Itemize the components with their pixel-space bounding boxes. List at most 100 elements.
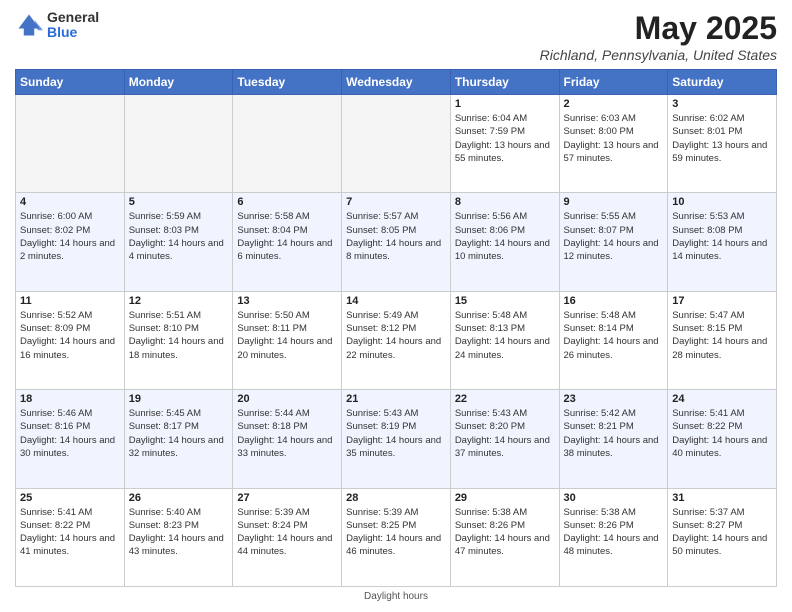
day-cell: 11 Sunrise: 5:52 AM Sunset: 8:09 PM Dayli… bbox=[16, 291, 125, 389]
day-cell bbox=[124, 95, 233, 193]
day-cell: 19Sunrise: 5:45 AM Sunset: 8:17 PM Dayli… bbox=[124, 390, 233, 488]
day-header-sunday: Sunday bbox=[16, 70, 125, 95]
day-cell: 14 Sunrise: 5:49 AM Sunset: 8:12 PM Dayli… bbox=[342, 291, 451, 389]
day-cell: 1 Sunrise: 6:04 AM Sunset: 7:59 PM Daylig… bbox=[450, 95, 559, 193]
week-row-3: 11 Sunrise: 5:52 AM Sunset: 8:09 PM Dayli… bbox=[16, 291, 777, 389]
day-cell: 24 Sunrise: 5:41 AM Sunset: 8:22 PM Dayli… bbox=[668, 390, 777, 488]
day-info: Sunrise: 5:59 AM Sunset: 8:03 PM Dayligh… bbox=[129, 210, 229, 263]
day-number: 8 bbox=[455, 196, 555, 208]
day-number: 5 bbox=[129, 196, 229, 208]
day-cell: 29 Sunrise: 5:38 AM Sunset: 8:26 PM Dayli… bbox=[450, 488, 559, 586]
day-number: 28 bbox=[346, 492, 446, 504]
footer-note: Daylight hours bbox=[15, 591, 777, 602]
day-info: Sunrise: 5:48 AM Sunset: 8:14 PM Dayligh… bbox=[564, 309, 664, 362]
day-number: 22 bbox=[455, 393, 555, 405]
day-number: 9 bbox=[564, 196, 664, 208]
day-number: 3 bbox=[672, 98, 772, 110]
day-cell bbox=[342, 95, 451, 193]
week-row-5: 25 Sunrise: 5:41 AM Sunset: 8:22 PM Dayli… bbox=[16, 488, 777, 586]
day-header-friday: Friday bbox=[559, 70, 668, 95]
day-cell: 27 Sunrise: 5:39 AM Sunset: 8:24 PM Dayli… bbox=[233, 488, 342, 586]
day-info: Sunrise: 5:43 AM Sunset: 8:19 PM Dayligh… bbox=[346, 407, 446, 460]
day-number: 16 bbox=[564, 295, 664, 307]
day-info: Sunrise: 5:39 AM Sunset: 8:24 PM Dayligh… bbox=[237, 506, 337, 559]
day-cell: 9 Sunrise: 5:55 AM Sunset: 8:07 PM Daylig… bbox=[559, 193, 668, 291]
day-info: Sunrise: 5:38 AM Sunset: 8:26 PM Dayligh… bbox=[455, 506, 555, 559]
day-cell: 21 Sunrise: 5:43 AM Sunset: 8:19 PM Dayli… bbox=[342, 390, 451, 488]
logo-blue-text: Blue bbox=[47, 25, 99, 40]
day-cell: 26Sunrise: 5:40 AM Sunset: 8:23 PM Dayli… bbox=[124, 488, 233, 586]
day-cell: 6Sunrise: 5:58 AM Sunset: 8:04 PM Daylig… bbox=[233, 193, 342, 291]
day-info: Sunrise: 6:00 AM Sunset: 8:02 PM Dayligh… bbox=[20, 210, 120, 263]
day-header-monday: Monday bbox=[124, 70, 233, 95]
day-info: Sunrise: 5:57 AM Sunset: 8:05 PM Dayligh… bbox=[346, 210, 446, 263]
day-info: Sunrise: 5:42 AM Sunset: 8:21 PM Dayligh… bbox=[564, 407, 664, 460]
day-cell: 16 Sunrise: 5:48 AM Sunset: 8:14 PM Dayli… bbox=[559, 291, 668, 389]
day-info: Sunrise: 5:56 AM Sunset: 8:06 PM Dayligh… bbox=[455, 210, 555, 263]
logo-icon bbox=[15, 11, 43, 39]
day-info: Sunrise: 5:39 AM Sunset: 8:25 PM Dayligh… bbox=[346, 506, 446, 559]
day-cell: 25 Sunrise: 5:41 AM Sunset: 8:22 PM Dayli… bbox=[16, 488, 125, 586]
day-header-tuesday: Tuesday bbox=[233, 70, 342, 95]
day-cell: 10Sunrise: 5:53 AM Sunset: 8:08 PM Dayli… bbox=[668, 193, 777, 291]
week-row-1: 1 Sunrise: 6:04 AM Sunset: 7:59 PM Daylig… bbox=[16, 95, 777, 193]
day-number: 27 bbox=[237, 492, 337, 504]
day-info: Sunrise: 6:04 AM Sunset: 7:59 PM Dayligh… bbox=[455, 112, 555, 165]
day-info: Sunrise: 5:37 AM Sunset: 8:27 PM Dayligh… bbox=[672, 506, 772, 559]
day-number: 29 bbox=[455, 492, 555, 504]
day-cell: 30 Sunrise: 5:38 AM Sunset: 8:26 PM Dayli… bbox=[559, 488, 668, 586]
day-number: 23 bbox=[564, 393, 664, 405]
logo-general-text: General bbox=[47, 10, 99, 25]
main-title: May 2025 bbox=[540, 10, 777, 47]
day-info: Sunrise: 6:02 AM Sunset: 8:01 PM Dayligh… bbox=[672, 112, 772, 165]
day-info: Sunrise: 5:41 AM Sunset: 8:22 PM Dayligh… bbox=[672, 407, 772, 460]
header-row: SundayMondayTuesdayWednesdayThursdayFrid… bbox=[16, 70, 777, 95]
day-header-saturday: Saturday bbox=[668, 70, 777, 95]
day-info: Sunrise: 5:49 AM Sunset: 8:12 PM Dayligh… bbox=[346, 309, 446, 362]
day-info: Sunrise: 5:38 AM Sunset: 8:26 PM Dayligh… bbox=[564, 506, 664, 559]
day-info: Sunrise: 5:55 AM Sunset: 8:07 PM Dayligh… bbox=[564, 210, 664, 263]
day-number: 20 bbox=[237, 393, 337, 405]
day-cell: 17Sunrise: 5:47 AM Sunset: 8:15 PM Dayli… bbox=[668, 291, 777, 389]
page: General Blue May 2025 Richland, Pennsylv… bbox=[0, 0, 792, 612]
day-info: Sunrise: 5:43 AM Sunset: 8:20 PM Dayligh… bbox=[455, 407, 555, 460]
title-block: May 2025 Richland, Pennsylvania, United … bbox=[540, 10, 777, 63]
day-number: 10 bbox=[672, 196, 772, 208]
day-cell: 13 Sunrise: 5:50 AM Sunset: 8:11 PM Dayli… bbox=[233, 291, 342, 389]
day-info: Sunrise: 5:50 AM Sunset: 8:11 PM Dayligh… bbox=[237, 309, 337, 362]
day-cell: 23 Sunrise: 5:42 AM Sunset: 8:21 PM Dayli… bbox=[559, 390, 668, 488]
day-info: Sunrise: 5:41 AM Sunset: 8:22 PM Dayligh… bbox=[20, 506, 120, 559]
day-number: 14 bbox=[346, 295, 446, 307]
day-cell: 18Sunrise: 5:46 AM Sunset: 8:16 PM Dayli… bbox=[16, 390, 125, 488]
day-cell: 8 Sunrise: 5:56 AM Sunset: 8:06 PM Daylig… bbox=[450, 193, 559, 291]
day-info: Sunrise: 5:46 AM Sunset: 8:16 PM Dayligh… bbox=[20, 407, 120, 460]
logo-text: General Blue bbox=[47, 10, 99, 41]
day-header-wednesday: Wednesday bbox=[342, 70, 451, 95]
day-number: 17 bbox=[672, 295, 772, 307]
day-number: 24 bbox=[672, 393, 772, 405]
day-number: 25 bbox=[20, 492, 120, 504]
day-cell: 20Sunrise: 5:44 AM Sunset: 8:18 PM Dayli… bbox=[233, 390, 342, 488]
day-cell: 4 Sunrise: 6:00 AM Sunset: 8:02 PM Daylig… bbox=[16, 193, 125, 291]
week-row-4: 18Sunrise: 5:46 AM Sunset: 8:16 PM Dayli… bbox=[16, 390, 777, 488]
day-cell bbox=[233, 95, 342, 193]
day-cell: 3 Sunrise: 6:02 AM Sunset: 8:01 PM Daylig… bbox=[668, 95, 777, 193]
day-number: 4 bbox=[20, 196, 120, 208]
day-info: Sunrise: 5:52 AM Sunset: 8:09 PM Dayligh… bbox=[20, 309, 120, 362]
day-cell: 2Sunrise: 6:03 AM Sunset: 8:00 PM Daylig… bbox=[559, 95, 668, 193]
day-number: 13 bbox=[237, 295, 337, 307]
day-number: 30 bbox=[564, 492, 664, 504]
day-info: Sunrise: 5:58 AM Sunset: 8:04 PM Dayligh… bbox=[237, 210, 337, 263]
day-cell: 15 Sunrise: 5:48 AM Sunset: 8:13 PM Dayli… bbox=[450, 291, 559, 389]
day-info: Sunrise: 5:48 AM Sunset: 8:13 PM Dayligh… bbox=[455, 309, 555, 362]
day-info: Sunrise: 6:03 AM Sunset: 8:00 PM Dayligh… bbox=[564, 112, 664, 165]
day-cell bbox=[16, 95, 125, 193]
day-number: 1 bbox=[455, 98, 555, 110]
day-number: 11 bbox=[20, 295, 120, 307]
day-cell: 31Sunrise: 5:37 AM Sunset: 8:27 PM Dayli… bbox=[668, 488, 777, 586]
day-cell: 28 Sunrise: 5:39 AM Sunset: 8:25 PM Dayli… bbox=[342, 488, 451, 586]
day-number: 15 bbox=[455, 295, 555, 307]
day-cell: 7Sunrise: 5:57 AM Sunset: 8:05 PM Daylig… bbox=[342, 193, 451, 291]
day-number: 19 bbox=[129, 393, 229, 405]
day-number: 21 bbox=[346, 393, 446, 405]
